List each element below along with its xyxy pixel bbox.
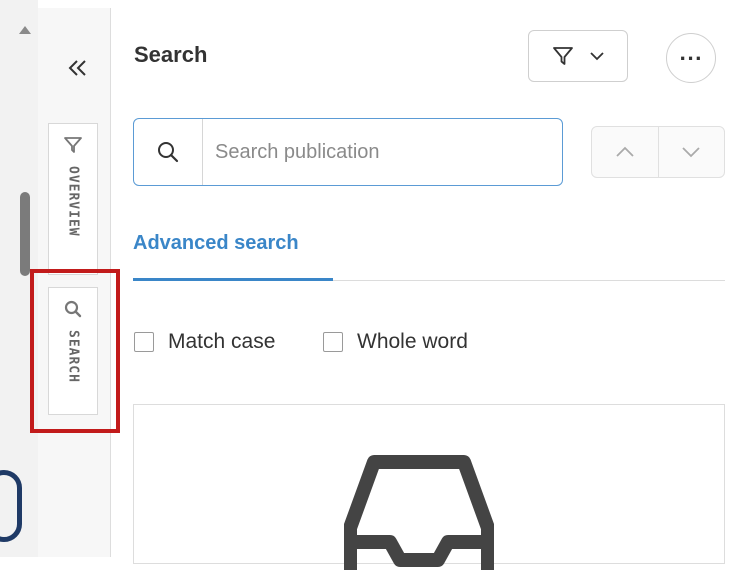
- chevron-down-icon: [682, 147, 700, 158]
- rail-tab-overview-label: OVERVIEW: [65, 166, 81, 237]
- whole-word-option[interactable]: Whole word: [323, 330, 468, 354]
- match-case-checkbox[interactable]: [134, 332, 154, 352]
- search-button[interactable]: [134, 119, 203, 185]
- filter-icon: [64, 137, 82, 153]
- chevron-down-icon: [590, 52, 604, 61]
- result-navigation: [591, 126, 725, 178]
- search-icon: [158, 142, 179, 163]
- scrollbar-thumb[interactable]: [20, 192, 30, 276]
- whole-word-checkbox[interactable]: [323, 332, 343, 352]
- search-panel: Search ... Advance: [110, 0, 743, 570]
- rail-tab-search[interactable]: SEARCH: [48, 287, 98, 415]
- whole-word-label: Whole word: [357, 330, 468, 353]
- tab-advanced-search[interactable]: Advanced search: [133, 232, 299, 255]
- more-options-label: ...: [679, 44, 703, 65]
- search-box[interactable]: [133, 118, 563, 186]
- search-icon: [64, 300, 82, 318]
- match-case-option[interactable]: Match case: [134, 330, 275, 354]
- inbox-icon: [344, 455, 494, 570]
- match-case-label: Match case: [168, 330, 276, 353]
- partial-logo-fragment: [0, 470, 22, 542]
- rail-tab-search-label: SEARCH: [65, 330, 81, 383]
- search-input[interactable]: [203, 140, 562, 164]
- previous-result-button[interactable]: [592, 127, 659, 177]
- panel-title: Search: [134, 42, 208, 67]
- double-chevron-left-icon: [68, 60, 86, 76]
- filter-icon: [553, 47, 573, 65]
- next-result-button[interactable]: [659, 127, 725, 177]
- collapse-panel-button[interactable]: [60, 54, 96, 82]
- scroll-up-arrow[interactable]: [19, 26, 31, 34]
- active-tab-indicator: [133, 278, 333, 281]
- side-rail: [38, 8, 111, 557]
- chevron-up-icon: [616, 146, 634, 157]
- search-results-area: [133, 404, 725, 570]
- filter-dropdown-button[interactable]: [528, 30, 628, 82]
- rail-tab-overview[interactable]: OVERVIEW: [48, 123, 98, 275]
- more-options-button[interactable]: ...: [666, 33, 716, 83]
